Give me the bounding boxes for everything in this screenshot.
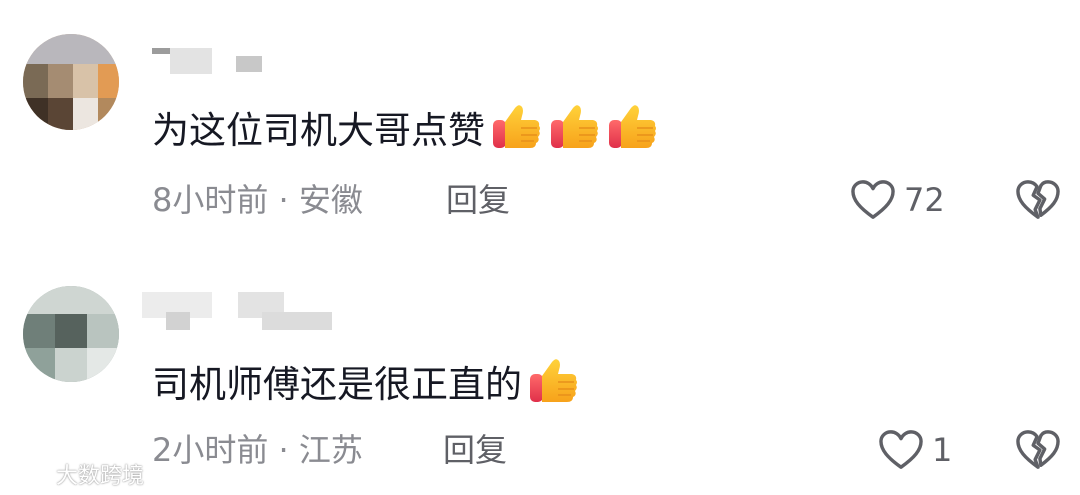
watermark: 大数跨境 [8, 458, 144, 490]
like-count: 72 [904, 181, 945, 219]
comment-location: 江苏 [298, 431, 363, 469]
reply-button[interactable]: 回复 [443, 430, 507, 470]
broken-heart-icon [1015, 179, 1061, 221]
dislike-button[interactable] [1015, 179, 1061, 221]
comment-time: 2小时前 [152, 431, 269, 469]
avatar[interactable] [23, 34, 119, 130]
thumbs-up-emoji [491, 100, 543, 152]
meta-separator: · [278, 181, 289, 219]
avatar[interactable] [23, 286, 119, 382]
heart-outline-icon [878, 429, 924, 471]
heart-outline-icon [850, 179, 896, 221]
meta-separator: · [278, 431, 289, 469]
comment-location: 安徽 [298, 181, 363, 219]
comment-text-content: 司机师傅还是很正直的 [152, 363, 522, 406]
comment-text-content: 为这位司机大哥点赞 [152, 109, 485, 152]
comment-time: 8小时前 [152, 181, 269, 219]
reply-button[interactable]: 回复 [446, 180, 510, 220]
comment-meta: 2小时前 · 江苏 [152, 430, 363, 470]
comment-text: 为这位司机大哥点赞 [152, 100, 659, 156]
broken-heart-icon [1015, 429, 1061, 471]
comment-item-2: 司机师傅还是很正直的 2小时前 · 江苏 回复 1 [0, 250, 1080, 495]
username-redacted[interactable] [142, 292, 342, 330]
watermark-logo-icon [10, 463, 52, 483]
comment-item-1: 为这位司机大哥点赞 8小时前 · 安徽 回复 72 [0, 0, 1080, 250]
like-button[interactable]: 72 [850, 179, 945, 221]
username-redacted[interactable] [152, 48, 272, 74]
watermark-text: 大数跨境 [56, 464, 145, 489]
like-button[interactable]: 1 [878, 429, 952, 471]
comment-meta: 8小时前 · 安徽 [152, 180, 363, 220]
thumbs-up-emoji [607, 100, 659, 152]
thumbs-up-emoji [549, 100, 601, 152]
like-count: 1 [932, 431, 953, 469]
thumbs-up-emoji [528, 354, 580, 406]
comment-text: 司机师傅还是很正直的 [152, 354, 580, 410]
dislike-button[interactable] [1015, 429, 1061, 471]
